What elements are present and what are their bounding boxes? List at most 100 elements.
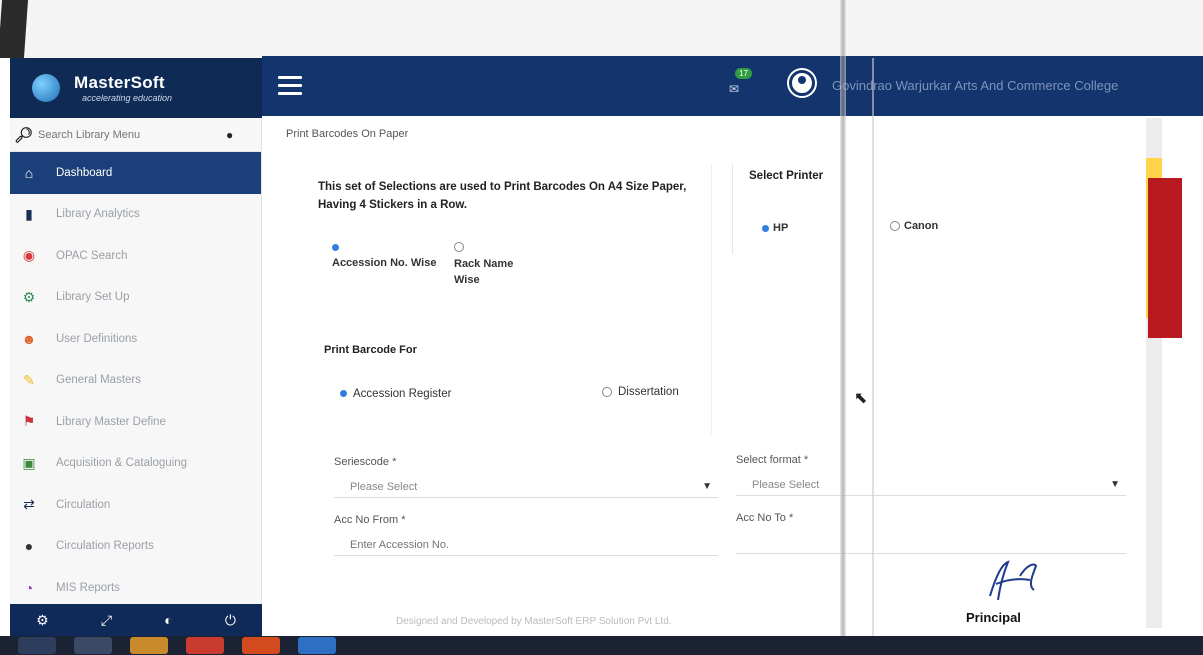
acc-to-input[interactable] <box>736 532 1126 554</box>
sidebar-item-opac-search[interactable]: ◉ OPAC Search <box>10 235 261 277</box>
sidebar-item-label: MIS Reports <box>56 581 120 594</box>
lock-icon[interactable]: ◐ <box>164 612 172 628</box>
sidebar: 🔎︎ ● ⌂ Dashboard ▮ Library Analytics ◉ OPAC S… <box>10 118 262 604</box>
radio-selected-icon <box>332 244 339 251</box>
taskbar-firefox-icon[interactable] <box>242 637 280 654</box>
sidebar-search: 🔎︎ ● <box>10 118 261 152</box>
home-icon: ⌂ <box>24 164 34 181</box>
menu-toggle-icon[interactable] <box>278 76 302 96</box>
book-icon: ▣ <box>22 454 36 471</box>
settings-icon[interactable]: ⚙ <box>36 612 49 629</box>
power-icon[interactable]: ⏻ <box>225 612 236 629</box>
radio-dissertation[interactable]: Dissertation <box>602 386 679 398</box>
radio-selected-icon <box>762 224 769 232</box>
radio-unselected-icon <box>454 242 464 252</box>
radio-unselected-icon <box>602 386 612 397</box>
sidebar-item-dashboard[interactable]: ⌂ Dashboard <box>10 152 261 194</box>
footer-text: Designed and Developed by MasterSoft ERP… <box>396 616 672 627</box>
gears-icon: ⚙ <box>22 288 36 305</box>
exchange-icon: ⇄ <box>23 496 35 513</box>
option-label: Accession Register <box>353 388 452 400</box>
sidebar-item-acquisition-cataloguing[interactable]: ▣ Acquisition & Cataloguing <box>10 443 261 485</box>
print-for-heading: Print Barcode For <box>324 344 417 356</box>
radio-printer-hp[interactable]: HP <box>762 222 788 234</box>
pencil-icon: ✎ <box>23 371 35 388</box>
page-title: Print Barcodes On Paper <box>286 128 409 140</box>
acc-from-input[interactable] <box>334 534 718 556</box>
sidebar-item-mis-reports[interactable]: ◔ MIS Reports <box>10 567 261 609</box>
sidebar-item-library-analytics[interactable]: ▮ Library Analytics <box>10 194 261 236</box>
sidebar-item-user-definitions[interactable]: ☻ User Definitions <box>10 318 261 360</box>
logo-text: MasterSoft accelerating education <box>74 73 172 103</box>
microphone-icon[interactable]: ● <box>226 128 233 142</box>
sidebar-item-circulation-reports[interactable]: ● Circulation Reports <box>10 526 261 568</box>
sidebar-item-label: Circulation <box>56 498 111 511</box>
format-select[interactable]: Please Select ▼ <box>736 474 1126 496</box>
sidebar-item-label: Acquisition & Cataloguing <box>56 457 188 470</box>
sidebar-item-library-set-up[interactable]: ⚙ Library Set Up <box>10 277 261 319</box>
taskbar-word-icon[interactable] <box>298 637 336 654</box>
signature-icon <box>989 560 1038 601</box>
acc-from-label: Acc No From * <box>334 514 406 526</box>
chevron-down-icon: ▼ <box>702 481 712 492</box>
sidebar-item-label: Dashboard <box>56 166 113 179</box>
fullscreen-icon[interactable]: ⤢ <box>101 612 112 629</box>
user-avatar-icon[interactable] <box>789 70 815 96</box>
sidebar-item-library-master-define[interactable]: ⚑ Library Master Define <box>10 401 261 443</box>
main-content: Print Barcodes On Paper This set of Sele… <box>262 116 1203 636</box>
principal-label: Principal <box>966 610 1021 625</box>
notification-badge: 17 <box>735 68 752 79</box>
format-label: Select format * <box>736 454 809 466</box>
logo[interactable]: MasterSoft accelerating education <box>10 58 262 118</box>
printer-heading: Select Printer <box>749 170 824 182</box>
bar-chart-icon: ▮ <box>25 205 33 222</box>
radio-printer-canon[interactable]: Canon <box>890 220 938 232</box>
photo-background <box>0 0 1203 58</box>
college-name: Govindrao Warjurkar Arts And Commerce Co… <box>832 78 1119 93</box>
sidebar-item-circulation[interactable]: ⇄ Circulation <box>10 484 261 526</box>
radio-unselected-icon <box>890 221 900 232</box>
acc-to-label: Acc No To * <box>736 512 794 524</box>
option-label: HP <box>773 222 789 234</box>
sidebar-item-general-masters[interactable]: ✎ General Masters <box>10 360 261 402</box>
users-icon: ☻ <box>21 330 37 347</box>
mouse-cursor-icon: ⬉ <box>854 390 868 407</box>
start-button[interactable] <box>18 637 56 654</box>
top-navbar: 17 ✉ Govindrao Warjurkar Arts And Commer… <box>262 56 1203 116</box>
seriescode-select[interactable]: Please Select ▼ <box>334 476 718 498</box>
option-label: Accession No. Wise <box>332 257 437 269</box>
option-label: Dissertation <box>618 386 679 398</box>
red-tab <box>1148 178 1182 338</box>
radio-accession-wise[interactable]: Accession No. Wise <box>332 244 442 271</box>
search-icon: 🔎︎ <box>14 126 34 144</box>
radio-selected-icon <box>340 390 347 398</box>
message-icon: ✉ <box>729 82 740 96</box>
search-input[interactable] <box>38 128 208 141</box>
notifications-button[interactable]: 17 ✉ <box>727 68 755 96</box>
chevron-down-icon: ▼ <box>1110 479 1120 490</box>
os-taskbar <box>0 636 1203 655</box>
info-text: This set of Selections are used to Print… <box>318 181 687 211</box>
sidebar-menu: ⌂ Dashboard ▮ Library Analytics ◉ OPAC Search… <box>10 152 261 609</box>
photo-corner <box>0 0 29 58</box>
sitemap-icon: ⚑ <box>22 413 36 430</box>
paper-fold <box>872 58 874 655</box>
radio-accession-register[interactable]: Accession Register <box>340 388 451 400</box>
sidebar-item-label: Library Analytics <box>56 208 140 221</box>
mastersoft-logo-icon <box>32 74 60 102</box>
sidebar-item-label: Circulation Reports <box>56 540 154 553</box>
sidebar-item-label: General Masters <box>56 374 142 387</box>
sidebar-item-label: Library Master Define <box>56 415 166 428</box>
pie-chart-icon: ◔ <box>24 579 34 596</box>
sidebar-item-label: OPAC Search <box>56 249 128 262</box>
taskbar-files-icon[interactable] <box>130 637 168 654</box>
taskbar-chrome-icon[interactable] <box>186 637 224 654</box>
report-icon: ● <box>24 538 34 555</box>
logo-tagline: accelerating education <box>82 93 173 103</box>
sidebar-item-label: User Definitions <box>56 332 138 345</box>
sidebar-footer: ⚙ ⤢ ◐ ⏻ <box>10 604 262 636</box>
taskbar-search-icon[interactable] <box>74 637 112 654</box>
option-label: Rack Name Wise <box>454 258 514 286</box>
radio-rack-wise[interactable]: Rack Name Wise <box>454 242 534 288</box>
seriescode-value: Please Select <box>350 481 418 493</box>
